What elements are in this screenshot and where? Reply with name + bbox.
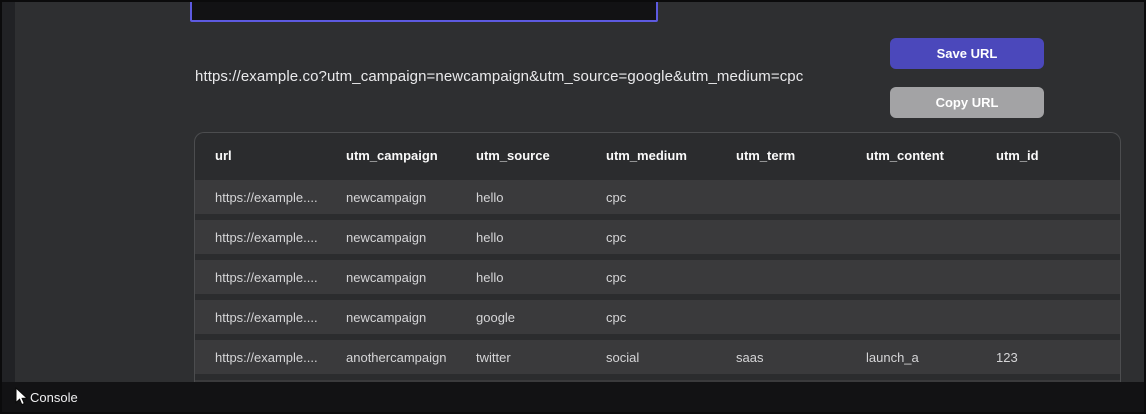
column-header-url: url bbox=[215, 147, 232, 163]
app-window: https://example.co?utm_campaign=newcampa… bbox=[0, 0, 1146, 414]
table-cell: social bbox=[606, 349, 640, 365]
table-row-band: https://example.... newcampaign hello cpc bbox=[195, 180, 1120, 214]
table-cell: cpc bbox=[606, 309, 627, 325]
table-cell: newcampaign bbox=[346, 269, 427, 285]
table-cell: hello bbox=[476, 269, 504, 285]
table-cell: newcampaign bbox=[346, 189, 427, 205]
table-row: https://example.... anothercampaign twitte… bbox=[195, 337, 1120, 377]
table-cell: google bbox=[476, 309, 516, 325]
table-cell: anothercampaign bbox=[346, 349, 447, 365]
table-row-band: https://example.... newcampaign hello cpc bbox=[195, 220, 1120, 254]
table-cell: https://example.... bbox=[215, 189, 318, 205]
generated-url-text: https://example.co?utm_campaign=newcampa… bbox=[195, 68, 804, 85]
console-bar[interactable]: Console bbox=[2, 382, 1144, 412]
table-body: https://example.... newcampaign hello cpc ht… bbox=[195, 177, 1120, 386]
table-cell: launch_a bbox=[866, 349, 919, 365]
table-row-band: https://example.... newcampaign google cpc bbox=[195, 300, 1120, 334]
table-cell: https://example.... bbox=[215, 349, 318, 365]
console-label: Console bbox=[30, 389, 78, 405]
table-cell: newcampaign bbox=[346, 229, 427, 245]
utm-results-table: url utm_campaign utm_source utm_medium utm_t… bbox=[194, 132, 1121, 386]
table-cell: cpc bbox=[606, 189, 627, 205]
table-cell: https://example.... bbox=[215, 229, 318, 245]
table-cell: cpc bbox=[606, 229, 627, 245]
column-header-utm_campaign: utm_campaign bbox=[346, 147, 438, 163]
table-cell: https://example.... bbox=[215, 309, 318, 325]
table-cell: twitter bbox=[476, 349, 511, 365]
save-url-button[interactable]: Save URL bbox=[890, 38, 1044, 69]
table-cell: cpc bbox=[606, 269, 627, 285]
table-row: https://example.... newcampaign hello cpc bbox=[195, 217, 1120, 257]
table-row: https://example.... newcampaign hello cpc bbox=[195, 177, 1120, 217]
table-cell: 123 bbox=[996, 349, 1018, 365]
table-row-band: https://example.... anothercampaign twitte… bbox=[195, 340, 1120, 374]
table-cell: newcampaign bbox=[346, 309, 427, 325]
table-row: https://example.... newcampaign hello cpc bbox=[195, 257, 1120, 297]
table-cell: saas bbox=[736, 349, 764, 365]
column-header-utm_source: utm_source bbox=[476, 147, 550, 163]
table-cell: hello bbox=[476, 189, 504, 205]
table-cell: https://example.... bbox=[215, 269, 318, 285]
mouse-cursor-icon bbox=[15, 387, 29, 406]
column-header-utm_content: utm_content bbox=[866, 147, 944, 163]
left-panel-strip bbox=[2, 2, 15, 384]
column-header-utm_medium: utm_medium bbox=[606, 147, 687, 163]
table-row-band: https://example.... newcampaign hello cpc bbox=[195, 260, 1120, 294]
table-header-row: url utm_campaign utm_source utm_medium utm_t… bbox=[195, 133, 1120, 177]
column-header-utm_term: utm_term bbox=[736, 147, 796, 163]
copy-url-button[interactable]: Copy URL bbox=[890, 87, 1044, 118]
table-cell: hello bbox=[476, 229, 504, 245]
table-row: https://example.... newcampaign google cpc bbox=[195, 297, 1120, 337]
url-edit-input[interactable] bbox=[190, 2, 658, 22]
column-header-utm_id: utm_id bbox=[996, 147, 1039, 163]
